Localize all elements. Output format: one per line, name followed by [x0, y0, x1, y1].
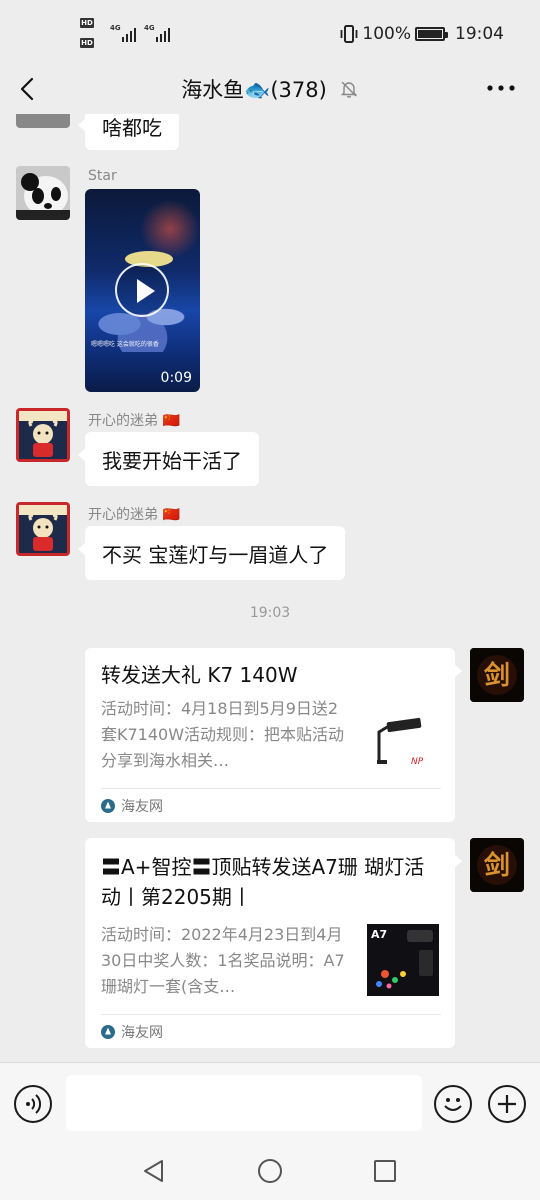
card-title: 转发送大礼 K7 140W: [101, 663, 298, 687]
nav-recent-icon[interactable]: [374, 1160, 396, 1182]
message-bubble[interactable]: 我要开始干活了: [78, 432, 259, 486]
play-icon[interactable]: [115, 263, 169, 317]
card-source: 海友网: [101, 788, 441, 822]
message-text: 不买 宝莲灯与一眉道人了: [102, 542, 329, 567]
thumb-label: A7: [371, 928, 387, 941]
sender-name: Star: [88, 168, 117, 184]
card-description: 活动时间：4月18日到5月9日送2套K7140W活动规则：把本贴活动分享到海水相…: [101, 699, 345, 770]
thumb-label: NP: [411, 757, 424, 767]
my-avatar[interactable]: 剑: [470, 648, 524, 702]
link-card[interactable]: 〓A+智控〓顶贴转发送A7珊 瑚灯活动丨第2205期丨 活动时间：2022年4月…: [85, 838, 462, 1048]
card-thumbnail: NP: [367, 708, 439, 780]
card-source: 海友网: [101, 1014, 441, 1048]
sword-logo-icon: 剑: [470, 648, 524, 702]
sender-name: 开心的迷弟 🇨🇳: [88, 413, 180, 429]
my-avatar[interactable]: 剑: [470, 838, 524, 892]
signal-bars-1-icon: [122, 24, 138, 42]
message-bubble[interactable]: 啥都吃: [78, 114, 179, 150]
system-nav-bar: [0, 1152, 540, 1200]
signal-bars-2-icon: [156, 24, 172, 42]
source-name: 海友网: [121, 798, 163, 815]
video-caption: 嗯嗯嗯吃 这会就吃的很香: [91, 341, 159, 348]
ox-avatar-icon: [16, 502, 70, 556]
avatar-mibi[interactable]: [16, 502, 70, 556]
video-message[interactable]: 嗯嗯嗯吃 这会就吃的很香 0:09: [85, 189, 200, 392]
avatar-star[interactable]: [16, 166, 70, 220]
avatar-mibi[interactable]: [16, 408, 70, 462]
source-icon: [101, 1024, 115, 1039]
svg-text:剑: 剑: [484, 850, 510, 881]
card-title: 〓A+智控〓顶贴转发送A7珊 瑚灯活动丨第2205期丨: [101, 855, 425, 909]
chat-header: 海水鱼🐟(378): [0, 64, 540, 114]
message-input[interactable]: [66, 1075, 422, 1131]
clock: 19:04: [455, 24, 504, 44]
status-right: 100% 19:04: [340, 20, 504, 48]
network-type-2: 4G: [144, 24, 155, 32]
sword-logo-icon: 剑: [470, 838, 524, 892]
video-duration: 0:09: [160, 370, 192, 386]
plus-icon[interactable]: [488, 1085, 526, 1123]
status-bar: HD HD 4G 4G 100% 19:04: [0, 0, 540, 64]
chat-title-area: 海水鱼🐟(378): [0, 74, 540, 104]
message-text: 啥都吃: [102, 115, 162, 140]
source-icon: [101, 798, 115, 813]
link-card[interactable]: 转发送大礼 K7 140W 活动时间：4月18日到5月9日送2套K7140W活动…: [85, 648, 462, 822]
hd-badge-1: HD: [80, 18, 94, 28]
chat-message-list[interactable]: 啥都吃 Star 嗯嗯嗯吃 这会就吃的很香 0:09 开心的迷弟 🇨🇳 我要开始…: [0, 114, 540, 1062]
source-name: 海友网: [121, 1024, 163, 1041]
input-bar: [0, 1062, 540, 1152]
panda-avatar-icon: [16, 166, 70, 220]
chat-title: 海水鱼🐟(378): [181, 78, 327, 102]
emoji-icon[interactable]: [434, 1085, 472, 1123]
nav-home-icon[interactable]: [258, 1159, 282, 1183]
muted-bell-icon: [340, 81, 358, 98]
card-thumbnail: A7: [367, 924, 439, 996]
signal-indicators: HD HD 4G 4G: [80, 18, 190, 52]
time-separator: 19:03: [249, 605, 291, 621]
message-bubble[interactable]: 不买 宝莲灯与一眉道人了: [77, 526, 346, 580]
nav-back-icon[interactable]: [142, 1158, 166, 1184]
network-type-1: 4G: [110, 24, 121, 32]
battery-icon: [415, 27, 448, 41]
vibrate-icon: [340, 25, 358, 43]
message-text: 我要开始干活了: [102, 448, 242, 473]
hd-badge-2: HD: [80, 38, 94, 48]
aquarium-light-image: NP: [367, 708, 439, 780]
card-description: 活动时间：2022年4月23日到4月30日中奖人数：1名奖品说明：A7珊瑚灯一套…: [101, 925, 345, 996]
ox-avatar-icon: [16, 408, 70, 462]
avatar[interactable]: [16, 114, 70, 128]
battery-percent: 100%: [362, 24, 411, 44]
voice-icon[interactable]: [14, 1085, 52, 1123]
sender-name: 开心的迷弟 🇨🇳: [88, 507, 180, 523]
svg-text:剑: 剑: [484, 660, 510, 691]
a7-light-image: A7: [367, 924, 439, 996]
more-dots-icon[interactable]: [486, 78, 516, 98]
